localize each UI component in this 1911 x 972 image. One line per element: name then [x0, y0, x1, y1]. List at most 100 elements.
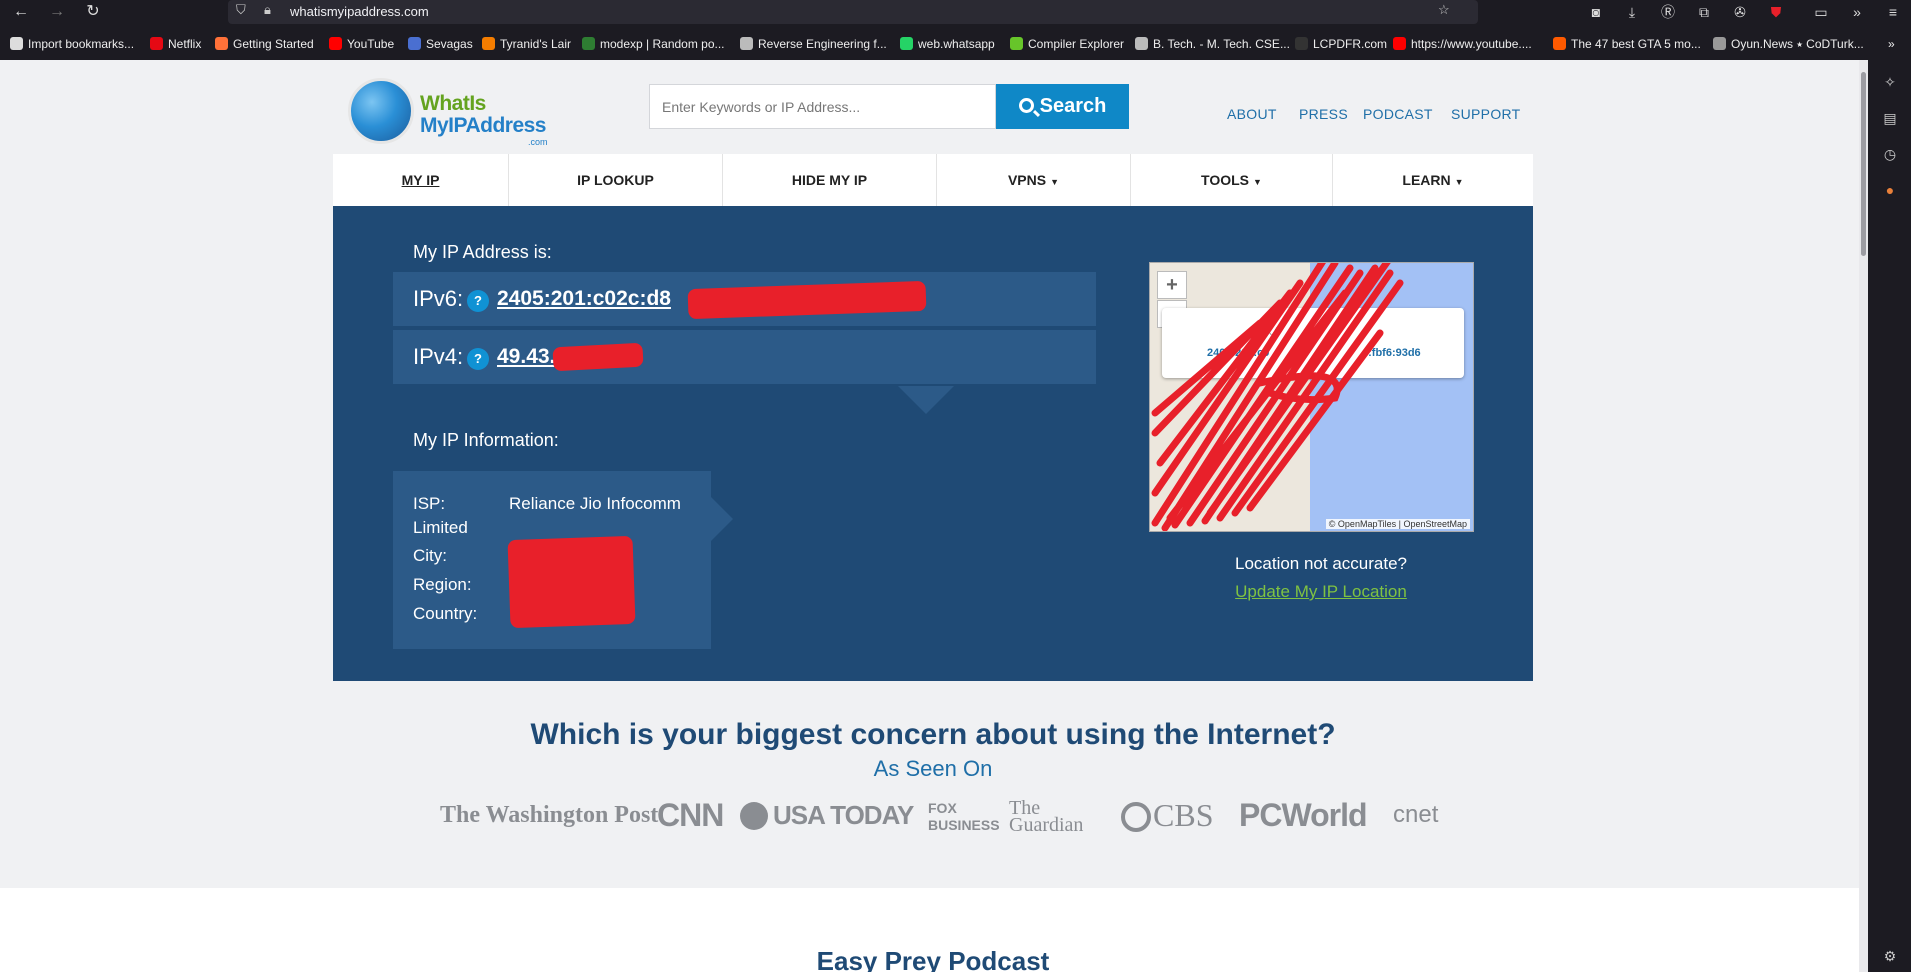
sidebar-toggle-icon[interactable]: ▭	[1810, 2, 1832, 22]
bookmark-item[interactable]: Sevagas	[408, 37, 473, 51]
bookmark-item[interactable]: Compiler Explorer	[1010, 37, 1124, 51]
update-location-link[interactable]: Update My IP Location	[1201, 582, 1441, 602]
reload-icon[interactable]: ↻	[82, 2, 104, 22]
country-label: Country:	[413, 604, 478, 623]
isp-value-cont: Limited	[413, 518, 468, 537]
scroll-thumb[interactable]	[1861, 72, 1866, 256]
usa-today-dot-icon	[740, 802, 768, 830]
podcast-section: Easy Prey Podcast	[0, 888, 1859, 972]
cbs-text: CBS	[1153, 797, 1214, 833]
ipv4-value[interactable]: 49.43.	[497, 345, 555, 369]
as-seen-on: As Seen On	[873, 756, 993, 781]
nav-ip-lookup[interactable]: IP LOOKUP	[509, 154, 723, 206]
ai-chat-icon[interactable]: ✧	[1882, 74, 1898, 90]
pocket-icon[interactable]: ◙	[1585, 2, 1607, 22]
nav-label: HIDE MY IP	[791, 172, 868, 188]
bookmark-icon	[482, 37, 495, 50]
support-link[interactable]: SUPPORT	[1451, 106, 1521, 122]
bookmarks-overflow-icon[interactable]: »	[1888, 37, 1895, 51]
bookmark-item[interactable]: modexp | Random po...	[582, 37, 725, 51]
search-button-label: Search	[1039, 95, 1107, 117]
usa-today-logo: USA TODAY	[740, 797, 914, 833]
bookmark-icon	[215, 37, 228, 50]
bookmark-label: LCPDFR.com	[1313, 37, 1388, 51]
help-icon[interactable]: ?	[467, 290, 489, 312]
nav-tools[interactable]: TOOLS ▼	[1131, 154, 1333, 206]
ublock-icon[interactable]: ⛊	[1765, 2, 1787, 22]
overflow-icon[interactable]: »	[1846, 2, 1868, 22]
usa-today-text: USA TODAY	[773, 800, 914, 830]
synced-tabs-icon[interactable]: ▤	[1882, 110, 1898, 126]
bookmark-label: Oyun.News ⭑ CoDTurk...	[1731, 37, 1864, 51]
bookmark-item[interactable]: Netflix	[150, 37, 201, 51]
account-icon[interactable]: Ⓡ	[1657, 2, 1679, 22]
bookmark-label: Import bookmarks...	[28, 37, 135, 51]
lock-icon[interactable]: 🔒︎	[264, 2, 271, 18]
caret-down-icon: ▼	[1454, 177, 1464, 187]
bookmark-label: B. Tech. - M. Tech. CSE...	[1153, 37, 1290, 51]
bookmark-icon	[329, 37, 342, 50]
bookmark-star-icon[interactable]: ☆	[1438, 2, 1450, 18]
ipv6-value[interactable]: 2405:201:c02c:d8	[497, 287, 671, 311]
bookmark-item[interactable]: web.whatsapp	[900, 37, 995, 51]
nav-learn[interactable]: LEARN ▼	[1333, 154, 1533, 206]
bookmark-icon	[582, 37, 595, 50]
main-nav: MY IP IP LOOKUP HIDE MY IP VPNS ▼ TOOLS ▼ …	[333, 154, 1533, 206]
search-input[interactable]	[649, 84, 996, 129]
bookmark-label: Tyranid's Lair	[500, 37, 571, 51]
press-link[interactable]: PRESS	[1299, 106, 1348, 122]
nav-label: VPNS	[1007, 172, 1047, 188]
search-button[interactable]: Search	[996, 84, 1129, 129]
nav-hide-my-ip[interactable]: HIDE MY IP	[723, 154, 937, 206]
about-link[interactable]: ABOUT	[1227, 106, 1277, 122]
bookmark-item[interactable]: Reverse Engineering f...	[740, 37, 887, 51]
bookmark-item[interactable]: YouTube	[329, 37, 394, 51]
map-attribution[interactable]: © OpenMapTiles | OpenStreetMap	[1325, 519, 1470, 529]
url-text[interactable]: whatismyipaddress.com	[290, 4, 429, 19]
cookie-icon[interactable]: ●	[1882, 182, 1898, 198]
bookmark-item[interactable]: Import bookmarks...	[10, 37, 134, 51]
logo-line-com: .com	[528, 137, 548, 147]
forward-icon[interactable]: →	[46, 2, 68, 22]
settings-gear-icon[interactable]: ⚙	[1882, 948, 1898, 964]
washington-post-logo: The Washington Post	[440, 802, 659, 828]
bookmark-icon	[1553, 37, 1566, 50]
help-icon[interactable]: ?	[467, 348, 489, 370]
shield-icon[interactable]: ⛉	[236, 2, 246, 18]
ipv4-label: IPv4:	[413, 344, 464, 369]
redaction-mark	[507, 535, 636, 629]
location-map[interactable]: + − Click f 2405:201:c0 c:fbf6:93d6 © Op…	[1149, 262, 1474, 532]
nav-vpns[interactable]: VPNS ▼	[937, 154, 1131, 206]
podcast-title: Easy Prey Podcast	[816, 946, 1050, 972]
address-bar[interactable]: ⛉ 🔒︎ whatismyipaddress.com ☆	[228, 0, 1478, 24]
ipv4-row: IPv4: ? 49.43.	[393, 330, 1096, 384]
page-scrollbar[interactable]	[1859, 60, 1868, 972]
addon-icon[interactable]: ✇	[1729, 2, 1751, 22]
back-icon[interactable]: ←	[10, 2, 32, 22]
bookmark-label: Reverse Engineering f...	[758, 37, 887, 51]
bookmark-item[interactable]: The 47 best GTA 5 mo...	[1553, 37, 1701, 51]
bookmark-item[interactable]: Tyranid's Lair	[482, 37, 571, 51]
cbs-eye-icon	[1121, 802, 1151, 832]
bookmark-item[interactable]: B. Tech. - M. Tech. CSE...	[1135, 37, 1290, 51]
isp-label: ISP:	[413, 494, 446, 513]
downloads-icon[interactable]: ⤓	[1621, 2, 1643, 22]
hero-title: My IP Address is:	[413, 242, 552, 262]
podcast-link[interactable]: PODCAST	[1363, 106, 1433, 122]
bookmark-label: Sevagas	[426, 37, 473, 51]
bookmark-item[interactable]: Getting Started	[215, 37, 314, 51]
info-callout-arrow	[711, 497, 733, 541]
bookmark-label: YouTube	[347, 37, 395, 51]
bookmark-icon	[740, 37, 753, 50]
bookmark-label: The 47 best GTA 5 mo...	[1571, 37, 1701, 51]
bookmark-item[interactable]: LCPDFR.com	[1295, 37, 1387, 51]
bookmark-item[interactable]: https://www.youtube....	[1393, 37, 1532, 51]
nav-my-ip[interactable]: MY IP	[333, 154, 509, 206]
history-icon[interactable]: ◷	[1882, 146, 1898, 162]
bookmark-item[interactable]: Oyun.News ⭑ CoDTurk...	[1713, 37, 1864, 52]
menu-icon[interactable]: ≡	[1882, 2, 1904, 22]
site-logo[interactable]: WhatIs MyIPAddress .com	[348, 78, 558, 150]
region-label: Region:	[413, 575, 472, 594]
info-title: My IP Information:	[413, 430, 559, 450]
extensions-icon[interactable]: ⧉	[1693, 2, 1715, 22]
